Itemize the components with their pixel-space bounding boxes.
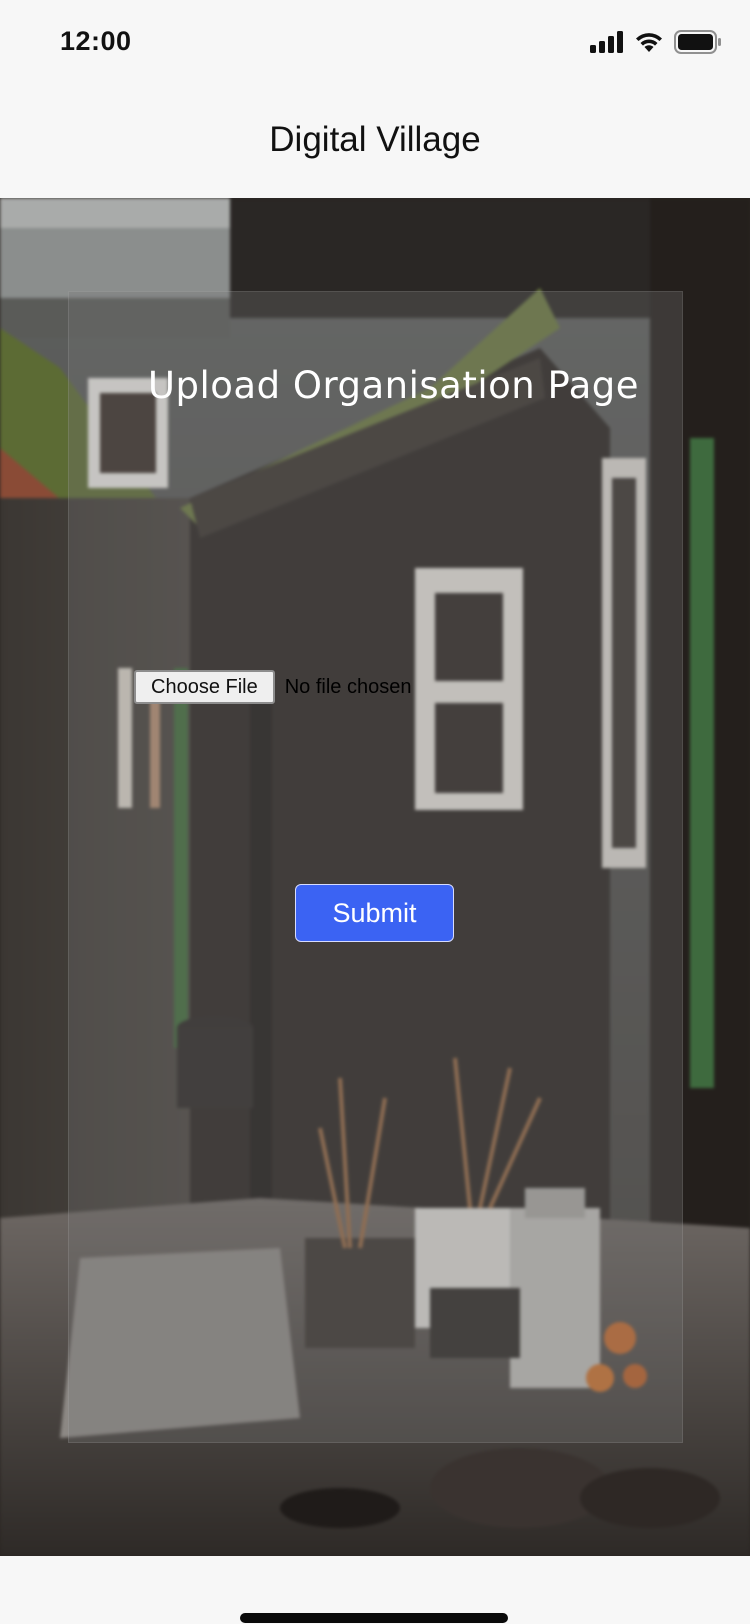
status-bar: 12:00 <box>0 0 750 90</box>
status-time: 12:00 <box>60 26 132 56</box>
battery-icon <box>674 30 722 59</box>
bottom-safe-area <box>0 1556 750 1624</box>
navigation-bar: Digital Village <box>0 90 750 198</box>
page-title: Digital Village <box>269 120 481 159</box>
wifi-icon <box>634 31 664 58</box>
file-input[interactable]: Choose File No file chosen <box>134 670 411 704</box>
submit-button[interactable]: Submit <box>295 884 454 942</box>
form-heading: Upload Organisation Page <box>147 364 640 407</box>
background-photo-area: Upload Organisation Page Choose File No … <box>0 198 750 1556</box>
status-icons <box>590 30 722 59</box>
choose-file-button[interactable]: Choose File <box>134 670 275 704</box>
upload-form-card: Upload Organisation Page Choose File No … <box>68 291 683 1443</box>
cellular-signal-icon <box>590 31 624 58</box>
file-status-label: No file chosen <box>284 675 412 698</box>
home-indicator[interactable] <box>240 1613 508 1623</box>
